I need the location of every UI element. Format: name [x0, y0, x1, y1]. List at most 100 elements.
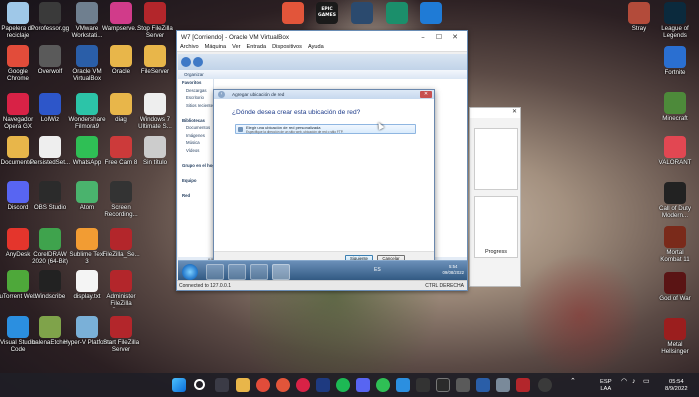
sidebar-item[interactable]: Grupo en el hogar [178, 162, 213, 170]
filezilla-icon[interactable] [516, 378, 530, 392]
menu-ayuda[interactable]: Ayuda [308, 44, 324, 50]
app-icon[interactable] [538, 378, 552, 392]
desktop-icon [128, 270, 182, 310]
desktop-icon[interactable]: Fortnite [648, 46, 699, 86]
obs-icon [39, 181, 61, 203]
sidebar-item[interactable]: Escritorio [178, 94, 213, 102]
desktop-icon[interactable]: FileServer [128, 45, 182, 85]
virtualbox-icon[interactable] [476, 378, 490, 392]
guest-language[interactable]: ES [374, 267, 381, 273]
whatsapp-icon[interactable] [376, 378, 390, 392]
desktop-icon[interactable]: God of War [648, 272, 699, 312]
desktop-icon[interactable]: Metal Hellsinger [648, 318, 699, 358]
sidebar-item[interactable]: Documentos [178, 124, 213, 132]
desktop-icon[interactable]: League of Legends [648, 2, 699, 42]
desktop-icon[interactable]: Windows 7 Ultimate S... [128, 93, 182, 133]
desktop-icon-label: Start FileZilla Server [102, 339, 140, 353]
close-icon[interactable]: ✕ [447, 33, 463, 41]
explorer-folder-icon[interactable] [228, 264, 246, 280]
sidebar-item[interactable]: Imágenes [178, 132, 213, 140]
ie-icon[interactable] [206, 264, 224, 280]
background-window[interactable]: ✕ Progress [469, 107, 521, 287]
menu-ver[interactable]: Ver [232, 44, 240, 50]
maximize-icon[interactable]: ☐ [431, 33, 447, 41]
discord-icon[interactable] [356, 378, 370, 392]
desktop-icon-label: VALORANT [658, 159, 692, 166]
language-indicator[interactable]: ESP LAA [600, 379, 612, 392]
windows-start-orb-icon[interactable] [182, 264, 198, 280]
sidebar-item[interactable]: Descargas [178, 87, 213, 95]
language-code: ESP [600, 379, 612, 385]
obs-icon[interactable] [416, 378, 430, 392]
spotify-icon[interactable] [336, 378, 350, 392]
desktop-icon[interactable]: Call of Duty Modern... [648, 182, 699, 222]
sidebar-item[interactable]: Vídeos [178, 147, 213, 155]
opera-icon[interactable] [296, 378, 310, 392]
blank-icon [144, 270, 166, 292]
desktop-icon[interactable]: Sin título [128, 136, 182, 176]
coreldraw-icon [39, 228, 61, 250]
chrome-icon[interactable] [256, 378, 270, 392]
menu-maquina[interactable]: Máquina [205, 44, 226, 50]
desktop-icon[interactable]: Stop FileZilla Server [128, 2, 182, 42]
organize-button[interactable]: Organizar [184, 72, 204, 77]
desktop-icon-label: Call of Duty Modern... [659, 205, 691, 219]
sidebar-item[interactable]: Favoritos [178, 79, 213, 87]
desktop-icon[interactable]: Mortal Kombat 11 [648, 226, 699, 266]
utility-icon[interactable] [456, 378, 470, 392]
explorer-sidebar: Favoritos Descargas Escritorio Sitios recie… [178, 79, 214, 257]
back-arrow-icon[interactable]: ‹ [218, 91, 225, 98]
media-player-icon[interactable] [250, 264, 268, 280]
custom-network-location-option[interactable]: Elegir una ubicación de red personalizad… [235, 124, 416, 134]
virtualbox-window[interactable]: W7 [Corriendo] - Oracle VM VirtualBox – … [176, 30, 468, 291]
search-icon[interactable] [194, 379, 205, 390]
clock[interactable]: 05:54 8/9/2022 [665, 379, 688, 392]
lolwiz-icon [39, 93, 61, 115]
windows-start-icon[interactable] [172, 378, 186, 392]
task-view-icon[interactable] [215, 378, 229, 392]
volume-icon[interactable]: ♪ [632, 378, 636, 386]
chevron-up-icon[interactable]: ⌃ [570, 378, 576, 386]
menu-entrada[interactable]: Entrada [247, 44, 267, 50]
opera-gx-icon[interactable] [276, 378, 290, 392]
call-of-duty-icon [664, 182, 686, 204]
guest-screen[interactable]: Organizar Favoritos Descargas Escritorio Si… [178, 54, 467, 281]
window-titlebar[interactable]: W7 [Corriendo] - Oracle VM VirtualBox – … [177, 31, 467, 43]
minecraft-icon [664, 92, 686, 114]
metal-hellsinger-icon [664, 318, 686, 340]
close-icon[interactable]: ✕ [420, 91, 432, 98]
cube-app-icon[interactable] [496, 378, 510, 392]
desktop-icon[interactable]: VALORANT [648, 136, 699, 176]
desktop-icon[interactable]: Start FileZilla Server [94, 316, 148, 356]
sidebar-item[interactable]: Bibliotecas [178, 117, 213, 125]
menu-dispositivos[interactable]: Dispositivos [272, 44, 302, 50]
sidebar-item[interactable]: Sitios recientes [178, 102, 213, 110]
close-icon[interactable]: ✕ [512, 109, 517, 115]
guest-clock[interactable]: 5:54 09/08/2022 [442, 264, 464, 276]
windscribe-icon [39, 270, 61, 292]
vscode-icon[interactable] [396, 378, 410, 392]
minimize-icon[interactable]: – [415, 33, 431, 41]
sidebar-item[interactable]: Red [178, 192, 213, 200]
back-icon[interactable] [181, 57, 191, 67]
language-layout: LAA [600, 385, 612, 392]
background-window-panel [474, 128, 518, 190]
desktop-icon-label: Windows 7 Ultimate S... [138, 116, 172, 130]
battery-icon[interactable]: ▭ [643, 378, 650, 386]
add-network-location-dialog[interactable]: ‹ Agregar ubicación de red ✕ ¿Dónde dese… [213, 89, 435, 266]
office-icon[interactable] [316, 378, 330, 392]
wifi-icon[interactable]: ◠ [621, 378, 627, 386]
terminal-icon[interactable] [436, 378, 450, 392]
desktop-icon[interactable]: Minecraft [648, 92, 699, 132]
menu-archivo[interactable]: Archivo [180, 44, 199, 50]
desktop-icon [128, 228, 182, 268]
desktop-icon-label: Mortal Kombat 11 [660, 249, 690, 263]
file-explorer-icon[interactable] [236, 378, 250, 392]
option-description: Especifique la dirección de un sitio web… [246, 129, 344, 134]
network-wizard-icon[interactable] [272, 264, 290, 280]
desktop-icon-label: God of War [659, 295, 691, 302]
forward-icon[interactable] [193, 57, 203, 67]
sidebar-item[interactable]: Equipo [178, 177, 213, 185]
sidebar-item[interactable]: Música [178, 139, 213, 147]
